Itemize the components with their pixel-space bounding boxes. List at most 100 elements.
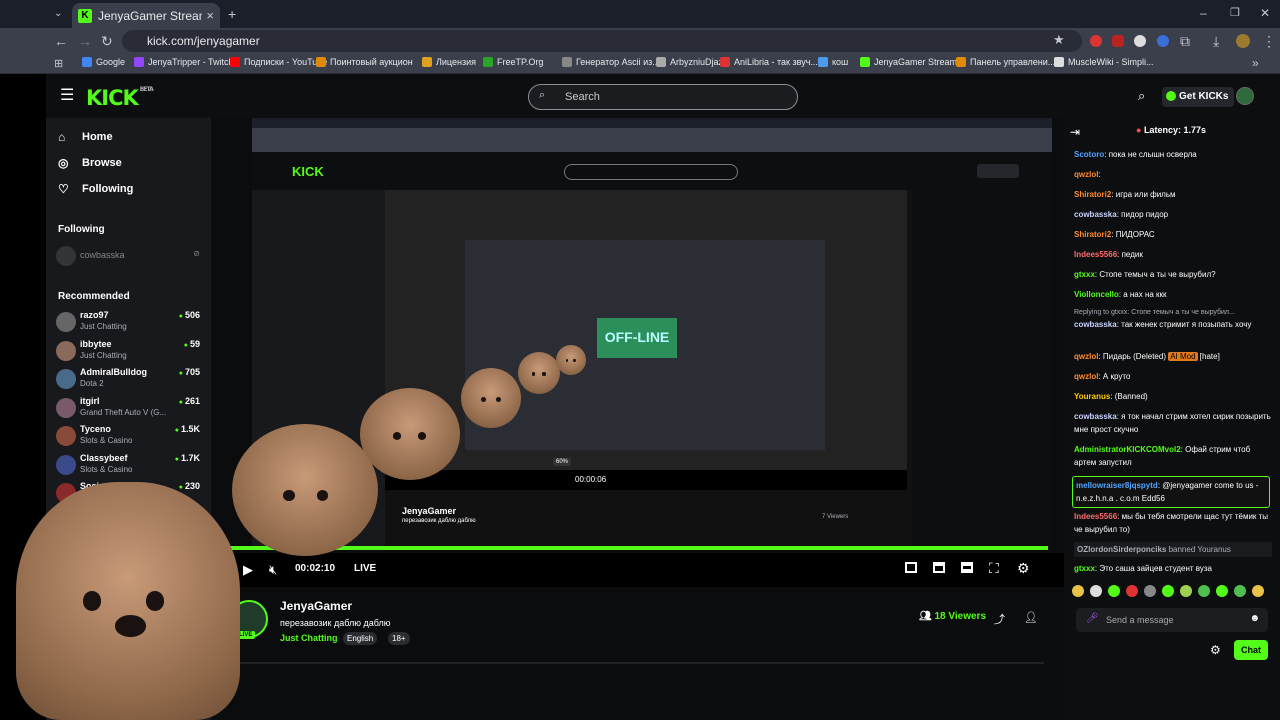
bookmark-item[interactable]: Панель управлени... bbox=[956, 57, 1055, 67]
stream-category[interactable]: Just Chatting bbox=[280, 633, 338, 643]
miniplayer-icon[interactable] bbox=[905, 562, 917, 573]
collapse-chat-icon[interactable]: ⇥ bbox=[1070, 125, 1080, 139]
ublock-icon[interactable] bbox=[1112, 35, 1124, 47]
emote-icon[interactable] bbox=[1198, 585, 1210, 597]
new-tab-icon[interactable]: + bbox=[228, 7, 236, 21]
download-icon[interactable]: ⤓ bbox=[1213, 34, 1219, 48]
extension-icon[interactable] bbox=[1090, 35, 1102, 47]
recommended-channel[interactable]: ibbyteeJust Chatting 59 bbox=[56, 339, 206, 363]
chat-username[interactable]: Indees5566 bbox=[1074, 512, 1117, 521]
wide-mode-icon[interactable] bbox=[961, 562, 973, 573]
chat-username[interactable]: gtxxx bbox=[1074, 564, 1095, 573]
bookmark-item[interactable]: JenyaTripper - Twitch bbox=[134, 57, 234, 67]
back-icon[interactable]: ← bbox=[54, 34, 68, 48]
reload-icon[interactable]: ↻ bbox=[101, 34, 113, 48]
extensions-puzzle-icon[interactable]: ⧉ bbox=[1180, 34, 1190, 48]
chat-username[interactable]: AdministratorKICKCOMvol2 bbox=[1074, 445, 1181, 454]
chat-username[interactable]: qwzlol bbox=[1074, 372, 1098, 381]
chat-username[interactable]: qwzlol bbox=[1074, 352, 1098, 361]
bookmark-item[interactable]: JenyaGamer Stream... bbox=[860, 57, 965, 67]
chat-username[interactable]: cowbasska bbox=[1074, 210, 1117, 219]
kick-logo[interactable]: KICK BETA bbox=[86, 86, 154, 110]
bookmark-item[interactable]: Генератор Ascii из... bbox=[562, 57, 660, 67]
bookmark-item[interactable]: MuscleWiki - Simpli... bbox=[1054, 57, 1154, 67]
chat-username[interactable]: cowbasska bbox=[1074, 320, 1117, 329]
following-title: Following bbox=[58, 224, 105, 235]
bookmark-item[interactable]: Google bbox=[82, 57, 125, 67]
chat-username[interactable]: gtxxx bbox=[1074, 270, 1095, 279]
forward-icon[interactable]: → bbox=[78, 34, 92, 48]
minimize-icon[interactable]: – bbox=[1200, 6, 1207, 20]
maximize-icon[interactable]: ❐ bbox=[1230, 6, 1240, 20]
bookmark-item[interactable]: Подписки - YouTube bbox=[230, 57, 327, 67]
bookmark-item[interactable]: FreeTP.Org bbox=[483, 57, 543, 67]
emoji-icon[interactable]: ☻ bbox=[1249, 613, 1260, 624]
recommended-channel[interactable]: ClassybeefSlots & Casino 1.7K bbox=[56, 453, 206, 477]
chat-username[interactable]: qwzlol bbox=[1074, 170, 1098, 179]
chat-send-button[interactable]: Chat bbox=[1234, 640, 1268, 660]
recommended-channel[interactable]: Tyceno Slots & Casino 1.5K bbox=[56, 424, 206, 448]
chat-username[interactable]: Indees5566 bbox=[1074, 250, 1117, 259]
notifications-icon[interactable]: ⌕ bbox=[1138, 88, 1145, 104]
emote-icon[interactable] bbox=[1234, 585, 1246, 597]
streamer-name[interactable]: JenyaGamer bbox=[280, 599, 352, 613]
theater-mode-icon[interactable] bbox=[933, 562, 945, 573]
hamburger-menu-icon[interactable]: ☰ bbox=[60, 88, 74, 104]
browser-tab[interactable]: K JenyaGamer Stream - Watch Li × bbox=[72, 3, 220, 28]
profile-avatar[interactable] bbox=[1236, 34, 1250, 48]
get-kicks-button[interactable]: Get KICKs bbox=[1162, 87, 1234, 107]
emote-icon[interactable] bbox=[1252, 585, 1264, 597]
menu-dots-icon[interactable]: ⋮ bbox=[1262, 34, 1276, 48]
chat-settings-icon[interactable]: ⚙ bbox=[1210, 643, 1221, 657]
emote-icon[interactable] bbox=[1216, 585, 1228, 597]
play-icon[interactable]: ▶ bbox=[243, 562, 253, 578]
follow-icon[interactable]: 👤︎ bbox=[1024, 611, 1038, 624]
recommended-channel[interactable]: AdmiralBulldog Dota 2 705 bbox=[56, 367, 206, 391]
following-channel[interactable]: cowbasska ⊘ bbox=[56, 244, 206, 268]
search-input[interactable]: ⌕ Search bbox=[528, 84, 798, 110]
url-field[interactable]: kick.com/jenyagamer bbox=[122, 30, 1082, 52]
progress-bar[interactable] bbox=[228, 546, 1048, 550]
apps-grid-icon[interactable]: ⊞ bbox=[54, 57, 63, 71]
share-icon[interactable]: ⤴ bbox=[994, 611, 1005, 627]
emote-icon[interactable] bbox=[1126, 585, 1138, 597]
bookmark-item[interactable]: ArbyzniuDjazik bbox=[656, 57, 730, 67]
bookmark-item[interactable]: Поинтовый аукцион bbox=[316, 57, 413, 67]
recommended-channel[interactable]: itgirlGrand Theft Auto V (G... 261 bbox=[56, 396, 206, 420]
mute-icon[interactable]: 🔇︎ bbox=[269, 562, 277, 578]
chat-username[interactable]: Youranus bbox=[1074, 392, 1110, 401]
nav-browse[interactable]: ◎ Browse bbox=[58, 156, 122, 170]
more-bookmarks-icon[interactable]: » bbox=[1252, 56, 1259, 70]
chat-username[interactable]: Scotoro bbox=[1074, 150, 1104, 159]
bookmark-star-icon[interactable]: ★ bbox=[1053, 33, 1065, 47]
extension-icon[interactable] bbox=[1134, 35, 1146, 47]
recommended-channel[interactable]: razo97 Just Chatting 506 bbox=[56, 310, 206, 334]
close-window-icon[interactable]: ✕ bbox=[1260, 6, 1270, 20]
chat-username[interactable]: mellowraiser8jqspytd bbox=[1076, 481, 1158, 490]
chat-username[interactable]: cowbasska bbox=[1074, 412, 1117, 421]
nav-following[interactable]: ♡ Following bbox=[58, 182, 133, 196]
fullscreen-icon[interactable]: ⛶ bbox=[989, 560, 999, 577]
close-tab-icon[interactable]: × bbox=[206, 8, 214, 23]
settings-gear-icon[interactable]: ⚙ bbox=[1017, 560, 1030, 577]
emote-icon[interactable] bbox=[1108, 585, 1120, 597]
chat-username[interactable]: Violloncello bbox=[1074, 290, 1119, 299]
chat-username[interactable]: Shiratori2 bbox=[1074, 230, 1111, 239]
extension-icon[interactable] bbox=[1157, 35, 1169, 47]
emote-icon[interactable] bbox=[1090, 585, 1102, 597]
chat-username[interactable]: Shiratori2 bbox=[1074, 190, 1111, 199]
emote-icon[interactable] bbox=[1180, 585, 1192, 597]
user-avatar[interactable] bbox=[1236, 87, 1254, 105]
emote-icon[interactable] bbox=[1162, 585, 1174, 597]
chat-username[interactable]: OZlordonSirderponciks bbox=[1077, 545, 1166, 554]
emote-icon[interactable] bbox=[1144, 585, 1156, 597]
bookmark-item[interactable]: AniLibria - так звуч... bbox=[720, 57, 818, 67]
emote-icon[interactable] bbox=[1072, 585, 1084, 597]
bookmark-item[interactable]: Лицензия bbox=[422, 57, 476, 67]
bookmark-item[interactable]: кош bbox=[818, 57, 848, 67]
tab-list-icon[interactable]: ⌄ bbox=[54, 7, 62, 21]
chat-input[interactable]: 🎤︎ Send a message ☻ bbox=[1076, 608, 1268, 632]
tag-english[interactable]: English bbox=[343, 632, 378, 645]
nav-home[interactable]: ⌂ Home bbox=[58, 130, 113, 144]
tag-18plus[interactable]: 18+ bbox=[388, 632, 410, 645]
